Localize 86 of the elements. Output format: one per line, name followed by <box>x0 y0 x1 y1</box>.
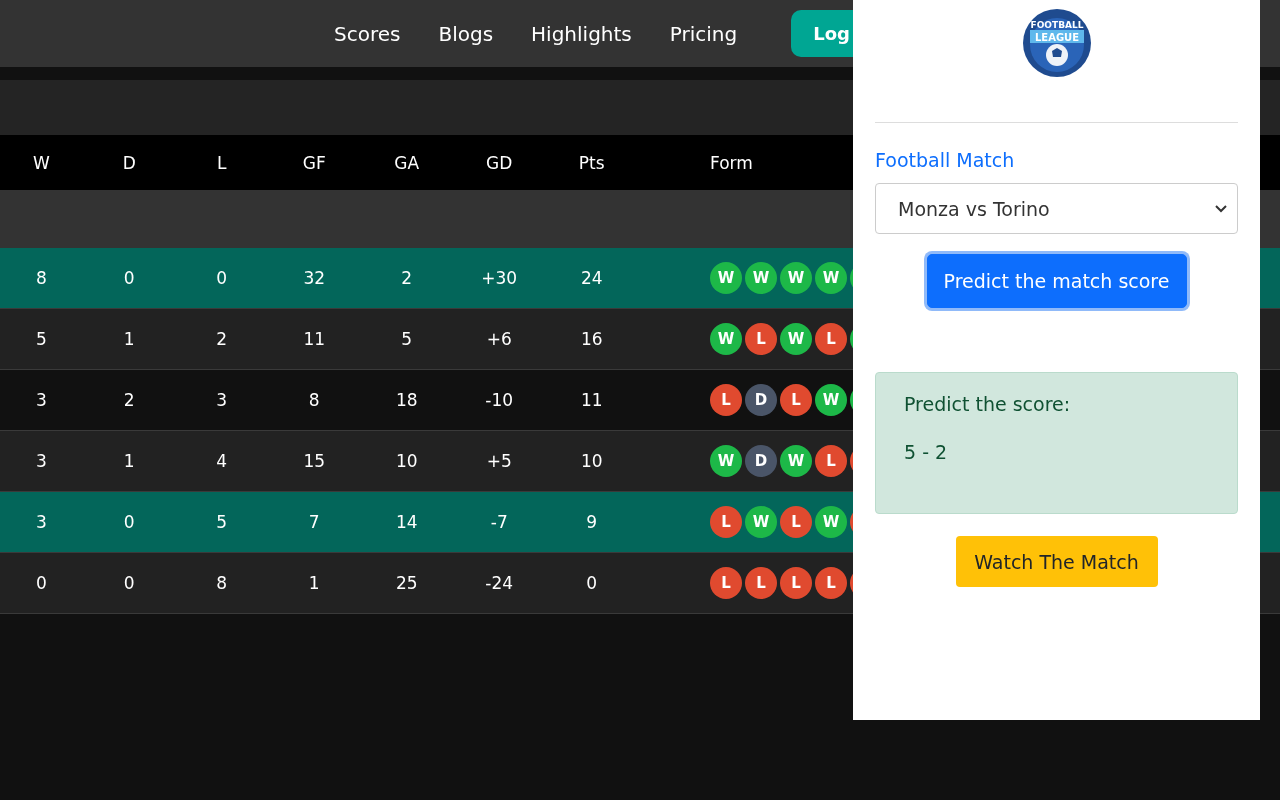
form-badge: W <box>815 506 847 538</box>
table-cell-text: 3 <box>35 512 48 532</box>
column-header: Pts <box>577 152 606 173</box>
table-cell-text: 7 <box>307 512 321 532</box>
table-cell-text: 25 <box>394 573 419 593</box>
form-badge: L <box>815 323 847 355</box>
form-badge: D <box>745 384 777 416</box>
form-badge: D <box>745 445 777 477</box>
table-cell-text: -7 <box>489 512 509 532</box>
form-badge: W <box>780 323 812 355</box>
column-header: D <box>121 152 137 173</box>
chevron-icon <box>1215 204 1227 213</box>
table-cell-text: 10 <box>579 451 604 471</box>
table-cell-text: 2 <box>400 268 414 288</box>
table-cell-text: 15 <box>302 451 327 471</box>
form-badge: W <box>710 323 742 355</box>
table-cell-text: 11 <box>302 329 327 349</box>
match-select[interactable]: Monza vs Torino <box>875 183 1238 234</box>
form-badge: W <box>780 262 812 294</box>
predicted-score: 5 - 2 <box>904 441 949 463</box>
table-cell-text: +5 <box>485 451 513 471</box>
table-cell-text: 4 <box>215 451 229 471</box>
nav-link[interactable]: Blogs <box>438 21 494 46</box>
league-logo: FOOTBALL LEAGUE <box>1021 8 1092 78</box>
table-cell-text: 0 <box>122 512 136 532</box>
table-cell-text: 0 <box>35 573 48 593</box>
table-cell-text: +6 <box>485 329 513 349</box>
predict-button[interactable]: Predict the match score <box>926 254 1187 308</box>
table-cell-text: 14 <box>394 512 419 532</box>
form-badge: W <box>710 445 742 477</box>
form-badge: W <box>710 262 742 294</box>
column-header: W <box>32 152 51 173</box>
column-header: GD <box>485 152 514 173</box>
nav-link[interactable]: Pricing <box>669 21 738 46</box>
match-label: Football Match <box>875 149 1015 171</box>
form-badge: W <box>780 445 812 477</box>
table-cell-text: 0 <box>215 268 229 288</box>
table-cell-text: 1 <box>122 451 136 471</box>
nav-link[interactable]: Highlights <box>531 21 632 46</box>
table-cell-text: 16 <box>579 329 604 349</box>
form-badge: L <box>745 567 777 599</box>
table-cell-text: 8 <box>35 268 48 288</box>
form-badge: W <box>745 506 777 538</box>
nav-link[interactable]: Scores <box>334 21 401 46</box>
table-cell-text: 8 <box>215 573 229 593</box>
form-badge: L <box>780 567 812 599</box>
table-cell-text: 5 <box>400 329 414 349</box>
form-badge: L <box>780 384 812 416</box>
table-cell-text: 0 <box>122 573 136 593</box>
table-cell-text: 1 <box>122 329 136 349</box>
watch-button[interactable]: Watch The Match <box>955 536 1158 587</box>
table-cell-text: 10 <box>394 451 419 471</box>
form-badge: L <box>780 506 812 538</box>
table-cell-text: 3 <box>35 390 48 410</box>
form-badge: L <box>815 445 847 477</box>
table-cell-text: 32 <box>302 268 327 288</box>
table-cell-text: +30 <box>480 268 519 288</box>
form-badge: W <box>815 262 847 294</box>
table-cell-text: 0 <box>122 268 136 288</box>
column-header: GA <box>393 152 421 173</box>
form-badge: W <box>745 262 777 294</box>
table-cell-text: 11 <box>579 390 604 410</box>
table-cell-text: 5 <box>35 329 48 349</box>
column-header: GF <box>301 152 327 173</box>
table-cell-text: 9 <box>585 512 599 532</box>
table-cell-text: 2 <box>215 329 229 349</box>
form-badge: L <box>710 384 742 416</box>
column-header: L <box>216 152 228 173</box>
table-cell-text: -24 <box>484 573 515 593</box>
table-cell-text: 5 <box>215 512 229 532</box>
table-cell-text: -10 <box>484 390 515 410</box>
table-cell-text: 3 <box>35 451 48 471</box>
result-title: Predict the score: <box>904 393 1072 415</box>
column-header: Form <box>710 152 753 173</box>
form-badge: L <box>710 506 742 538</box>
form-badge: L <box>710 567 742 599</box>
table-cell-text: 0 <box>585 573 599 593</box>
form-badge: L <box>745 323 777 355</box>
table-cell-text: 2 <box>122 390 136 410</box>
table-cell-text: 3 <box>215 390 229 410</box>
table-cell-text: 8 <box>307 390 321 410</box>
form-badge: L <box>815 567 847 599</box>
table-cell-text: 24 <box>579 268 604 288</box>
table-cell-text: 18 <box>394 390 419 410</box>
form-badge: W <box>815 384 847 416</box>
table-cell-text: 1 <box>307 573 321 593</box>
